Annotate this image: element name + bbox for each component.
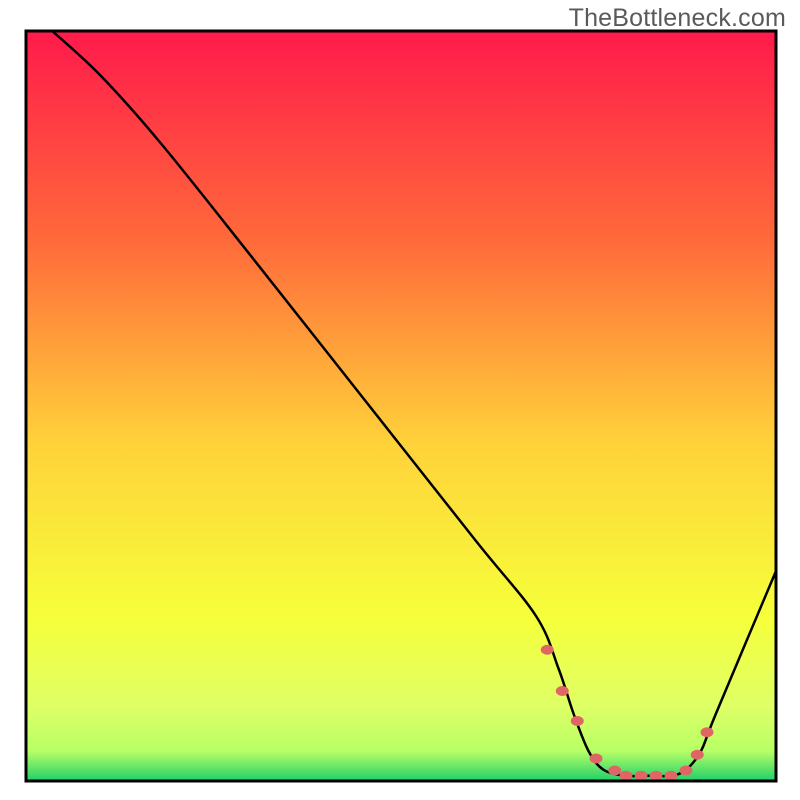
marker-point bbox=[590, 754, 603, 764]
marker-point bbox=[620, 771, 633, 781]
plot-area bbox=[26, 31, 776, 781]
marker-point bbox=[665, 771, 678, 781]
marker-point bbox=[571, 716, 584, 726]
watermark-text: TheBottleneck.com bbox=[569, 4, 786, 33]
marker-point bbox=[680, 766, 693, 776]
marker-point bbox=[691, 750, 704, 760]
marker-point bbox=[608, 766, 621, 776]
chart-root: TheBottleneck.com bbox=[0, 0, 800, 800]
marker-point bbox=[701, 727, 714, 737]
marker-point bbox=[541, 645, 554, 655]
marker-point bbox=[556, 686, 569, 696]
bottleneck-chart bbox=[0, 0, 800, 800]
marker-point bbox=[635, 771, 648, 781]
marker-point bbox=[650, 771, 663, 781]
gradient-background bbox=[26, 31, 776, 781]
